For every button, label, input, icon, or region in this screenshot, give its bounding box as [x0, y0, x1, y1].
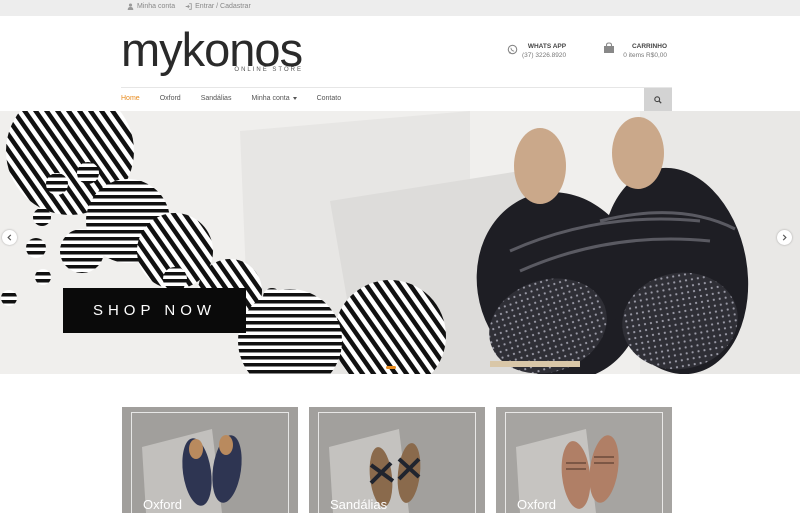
search-icon	[654, 95, 662, 104]
nav-item-minha-conta-label: Minha conta	[251, 95, 290, 102]
login-link[interactable]: Entrar / Cadastrar	[185, 3, 251, 10]
shop-now-button[interactable]: SHOP NOW	[63, 288, 246, 333]
category-tile-oxford[interactable]: Oxford	[122, 407, 298, 513]
shopping-bag-icon	[604, 42, 614, 53]
category-label: Sandálias	[330, 497, 388, 512]
hero-banner-image	[0, 111, 800, 374]
whatsapp-contact[interactable]: WHATS APP (37) 3226.8920	[507, 42, 566, 60]
whatsapp-icon	[507, 44, 518, 55]
store-logo[interactable]: mykonos ONLINE STORE	[121, 23, 311, 78]
nav-item-minha-conta[interactable]: Minha conta	[251, 95, 297, 102]
caret-down-icon	[292, 97, 297, 100]
cart-summary: 0 items R$0,00	[623, 52, 667, 59]
nav-item-home-label: Home	[121, 95, 140, 102]
whatsapp-title: WHATS APP	[527, 43, 567, 50]
category-label: Oxford	[143, 497, 183, 512]
category-label: Oxford	[517, 497, 557, 512]
logo-wordmark: mykonos	[121, 23, 303, 76]
slider-next-button[interactable]	[777, 230, 792, 245]
nav-item-oxford-label: Oxford	[159, 95, 181, 102]
search-button[interactable]	[644, 88, 672, 111]
top-bar: Minha conta Entrar / Cadastrar	[0, 0, 800, 16]
sign-in-icon	[185, 3, 192, 10]
slider-active-dot[interactable]	[386, 366, 396, 369]
cart-title: CARRINHO	[631, 43, 667, 50]
my-account-label: Minha conta	[137, 3, 176, 10]
whatsapp-phone: (37) 3226.8920	[522, 52, 567, 59]
main-nav: Home Oxford Sandálias Minha conta Contat…	[121, 87, 672, 111]
slider-prev-button[interactable]	[2, 230, 17, 245]
category-tile-sandalias[interactable]: Sandálias	[309, 407, 485, 513]
login-label: Entrar / Cadastrar	[195, 3, 251, 10]
nav-item-oxford[interactable]: Oxford	[160, 95, 181, 102]
chevron-left-icon	[7, 234, 12, 241]
my-account-link[interactable]: Minha conta	[127, 3, 175, 10]
nav-item-sandalias-label: Sandálias	[200, 95, 232, 102]
category-tile-oxford-2[interactable]: Oxford	[496, 407, 672, 513]
logo-subtitle: ONLINE STORE	[234, 67, 303, 73]
nav-item-contato-label: Contato	[316, 95, 342, 102]
nav-item-sandalias[interactable]: Sandálias	[201, 95, 232, 102]
nav-item-contato[interactable]: Contato	[317, 95, 342, 102]
hero-slider: SHOP NOW	[0, 111, 800, 374]
user-icon	[127, 3, 134, 10]
nav-item-home[interactable]: Home	[121, 95, 140, 102]
chevron-right-icon	[782, 234, 787, 241]
